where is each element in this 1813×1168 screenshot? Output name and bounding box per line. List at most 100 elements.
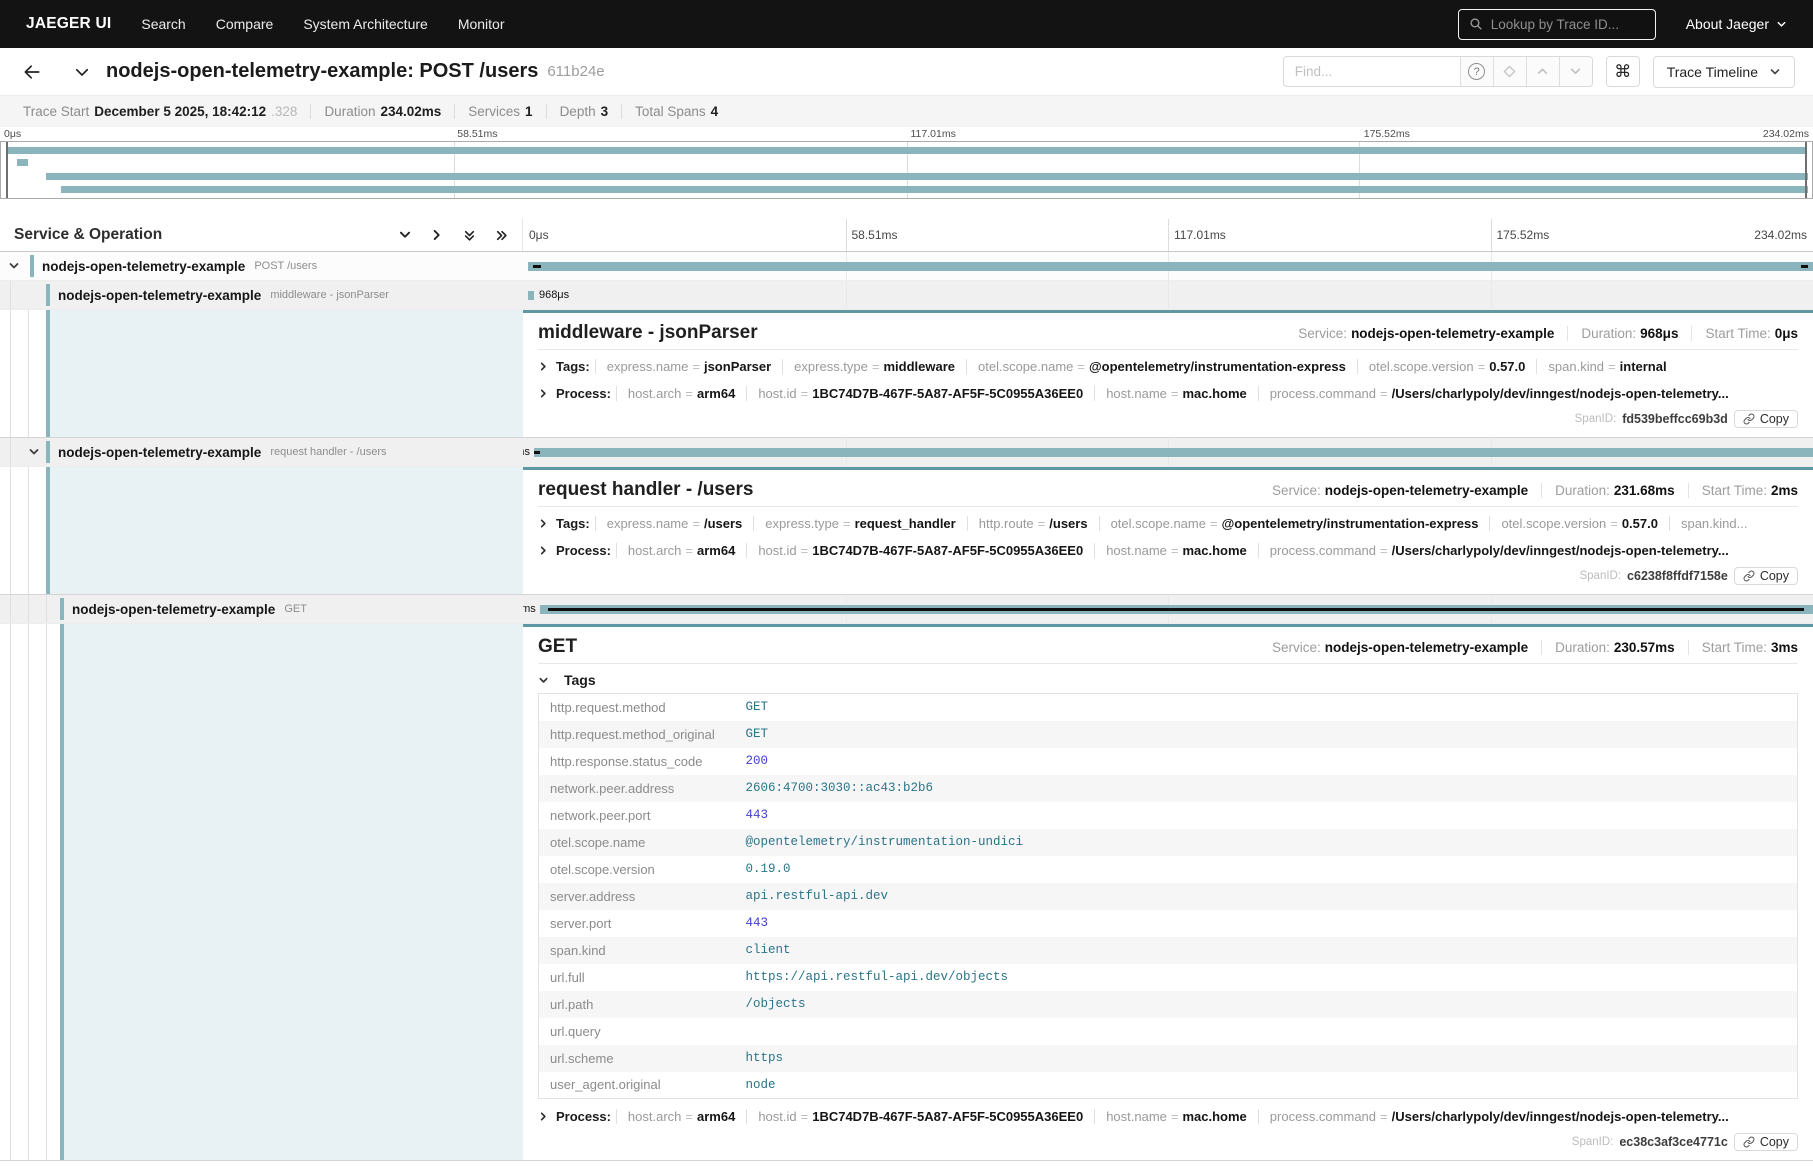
span-name-cell[interactable]: nodejs-open-telemetry-examplePOST /users <box>0 252 523 280</box>
back-arrow-button[interactable] <box>18 62 46 82</box>
tag-value: 2606:4700:3030::ac43:b2b6 <box>735 775 1798 802</box>
tag-row[interactable]: url.schemehttps <box>539 1045 1798 1072</box>
kv-value: @opentelemetry/instrumentation-express <box>1222 516 1479 531</box>
kv-equals: = <box>872 359 880 374</box>
copy-spanid-button[interactable]: Copy <box>1734 1133 1798 1151</box>
span-bar-cell[interactable]: 2ms <box>523 438 1813 466</box>
tag-row[interactable]: otel.scope.name@opentelemetry/instrument… <box>539 829 1798 856</box>
tag-row[interactable]: http.request.method_originalGET <box>539 721 1798 748</box>
kv-pair: otel.scope.version=0.57.0 <box>1489 516 1669 531</box>
copy-spanid-button[interactable]: Copy <box>1734 410 1798 428</box>
tag-row[interactable]: network.peer.port443 <box>539 802 1798 829</box>
trace-id-lookup-input[interactable]: Lookup by Trace ID... <box>1458 9 1656 40</box>
critical-path-segment <box>548 608 1804 611</box>
tag-row[interactable]: url.fullhttps://api.restful-api.dev/obje… <box>539 964 1798 991</box>
collapse-header-chevron[interactable] <box>68 63 96 81</box>
detail-duration-label: Duration: <box>1581 326 1636 341</box>
nav-link-compare[interactable]: Compare <box>216 16 274 32</box>
span-name-cell[interactable]: nodejs-open-telemetry-exampleGET <box>0 595 523 623</box>
tag-value: node <box>735 1072 1798 1099</box>
trace-view-selector[interactable]: Trace Timeline <box>1653 56 1795 88</box>
kv-pair: otel.scope.name=@opentelemetry/instrumen… <box>966 359 1357 374</box>
collapse-all-button[interactable] <box>462 229 476 242</box>
duration-label: Duration <box>324 104 375 119</box>
span-duration-bar[interactable] <box>528 291 534 300</box>
span-row[interactable]: nodejs-open-telemetry-examplerequest han… <box>0 438 1813 467</box>
tag-row[interactable]: otel.scope.version0.19.0 <box>539 856 1798 883</box>
tag-row[interactable]: url.query <box>539 1018 1798 1045</box>
minimap-left-handle[interactable] <box>6 142 8 198</box>
kv-equals: = <box>685 386 693 401</box>
find-input[interactable]: Find... <box>1284 57 1460 86</box>
detail-title: GET <box>538 636 577 658</box>
nav-link-search[interactable]: Search <box>141 16 185 32</box>
chevron-up-icon <box>1536 65 1549 78</box>
span-row[interactable]: nodejs-open-telemetry-examplemiddleware … <box>0 281 1813 310</box>
kv-pair: otel.scope.version=0.57.0 <box>1357 359 1537 374</box>
kv-pair: host.name=mac.home <box>1094 386 1258 401</box>
tag-row[interactable]: server.addressapi.restful-api.dev <box>539 883 1798 910</box>
tags-row[interactable]: Tags:express.name=jsonParserexpress.type… <box>538 353 1798 380</box>
span-duration-bar[interactable] <box>534 448 1813 457</box>
expand-one-button[interactable] <box>430 228 444 242</box>
span-bar-cell[interactable]: 3ms <box>523 595 1813 623</box>
find-help-button[interactable]: ? <box>1460 57 1493 86</box>
tag-row[interactable]: http.response.status_code200 <box>539 748 1798 775</box>
duration-value: 234.02ms <box>380 104 441 119</box>
tag-row[interactable]: user_agent.originalnode <box>539 1072 1798 1099</box>
span-row[interactable]: nodejs-open-telemetry-examplePOST /users <box>0 252 1813 281</box>
spanid-row: SpanID:c6238f8ffdf7158eCopy <box>538 565 1798 587</box>
trace-total-spans: Total Spans4 <box>621 104 731 119</box>
kv-pair: host.name=mac.home <box>1094 543 1258 558</box>
tag-row[interactable]: url.path/objects <box>539 991 1798 1018</box>
tags-row[interactable]: Tags:express.name=/usersexpress.type=req… <box>538 510 1798 537</box>
tags-section: Tagshttp.request.methodGEThttp.request.m… <box>538 667 1798 1099</box>
span-row[interactable]: nodejs-open-telemetry-exampleGET3ms <box>0 595 1813 624</box>
span-duration-bar[interactable] <box>528 262 1813 271</box>
trace-minimap[interactable] <box>0 141 1813 199</box>
app-logo[interactable]: JAEGER UI <box>26 15 111 33</box>
process-row[interactable]: Process:host.arch=arm64host.id=1BC74D7B-… <box>538 1103 1798 1130</box>
detail-service-label: Service: <box>1272 640 1321 655</box>
tag-row[interactable]: http.request.methodGET <box>539 694 1798 721</box>
trace-view-label: Trace Timeline <box>1667 64 1758 80</box>
chevron-down-icon[interactable] <box>28 446 40 458</box>
keyboard-shortcuts-button[interactable]: ⌘ <box>1606 56 1640 87</box>
process-row[interactable]: Process:host.arch=arm64host.id=1BC74D7B-… <box>538 380 1798 407</box>
find-next-button[interactable] <box>1559 57 1592 86</box>
tags-section-header[interactable]: Tags <box>538 667 1798 693</box>
kv-value: @opentelemetry/instrumentation-express <box>1089 359 1346 374</box>
tag-row[interactable]: server.port443 <box>539 910 1798 937</box>
tag-key: span.kind <box>539 937 735 964</box>
chevron-down-icon <box>1769 66 1781 78</box>
copy-label: Copy <box>1760 412 1789 426</box>
collapse-one-button[interactable] <box>398 228 412 242</box>
diamond-icon <box>1503 65 1516 78</box>
kv-pair: host.arch=arm64 <box>616 1109 746 1124</box>
nav-link-system-architecture[interactable]: System Architecture <box>303 16 428 32</box>
tag-row[interactable]: network.peer.address2606:4700:3030::ac43… <box>539 775 1798 802</box>
find-prev-button[interactable] <box>1526 57 1559 86</box>
nav-link-monitor[interactable]: Monitor <box>458 16 505 32</box>
copy-spanid-button[interactable]: Copy <box>1734 567 1798 585</box>
trace-summary-bar: Trace StartDecember 5 2025, 18:42:12.328… <box>0 95 1813 127</box>
trace-start-label: Trace Start <box>23 104 89 119</box>
kv-value: arm64 <box>697 543 735 558</box>
chevron-down-icon <box>398 228 412 242</box>
kv-key: host.name <box>1106 386 1167 401</box>
span-bar-cell[interactable]: 968μs <box>523 281 1813 309</box>
tag-value: https://api.restful-api.dev/objects <box>735 964 1798 991</box>
minimap-right-handle[interactable] <box>1805 142 1807 198</box>
indent-guide <box>10 595 11 623</box>
span-name-cell[interactable]: nodejs-open-telemetry-examplerequest han… <box>0 438 523 466</box>
span-name-cell[interactable]: nodejs-open-telemetry-examplemiddleware … <box>0 281 523 309</box>
find-focus-button[interactable] <box>1493 57 1526 86</box>
expand-all-button[interactable] <box>494 229 508 242</box>
spanid-label: SpanID: <box>1572 1136 1614 1148</box>
span-service-name: nodejs-open-telemetry-example <box>42 259 245 274</box>
chevron-down-icon[interactable] <box>8 260 20 272</box>
span-bar-cell[interactable] <box>523 252 1813 280</box>
tag-row[interactable]: span.kindclient <box>539 937 1798 964</box>
about-jaeger-menu[interactable]: About Jaeger <box>1686 16 1787 32</box>
process-row[interactable]: Process:host.arch=arm64host.id=1BC74D7B-… <box>538 537 1798 564</box>
